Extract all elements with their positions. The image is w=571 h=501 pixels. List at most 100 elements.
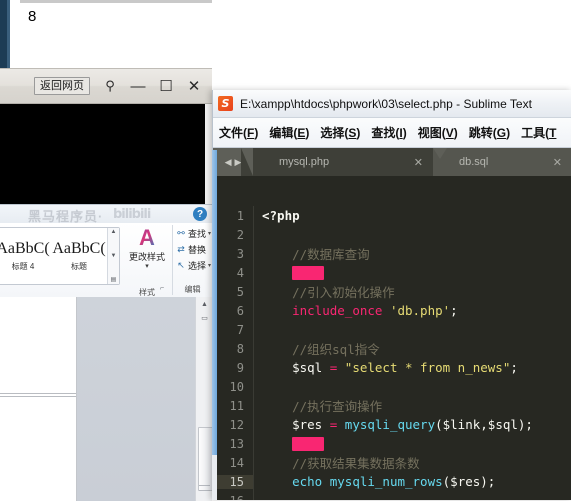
browser-viewport-dark — [0, 104, 205, 204]
word-document-area[interactable]: ▲ ▭ — [0, 297, 212, 501]
code-line[interactable]: 16 — [213, 491, 571, 500]
code-line[interactable]: 12 $res = mysqli_query($link,$sql); — [213, 415, 571, 434]
browser-left-edge-inner — [7, 0, 10, 70]
code-line[interactable]: 7 — [213, 320, 571, 339]
style-gallery[interactable]: AaBbC( 标题 4 AaBbC( 标题 ▲ ▼ ▤ — [0, 227, 120, 285]
code-token: //数据库查询 — [262, 247, 370, 262]
select-button[interactable]: ↖ 选择 ▾ — [176, 257, 212, 273]
menu-item-find[interactable]: 查找(I) — [371, 124, 406, 141]
code-token: <?php — [262, 208, 300, 223]
code-line[interactable]: 2 — [213, 225, 571, 244]
menu-item-selection[interactable]: 选择(S) — [320, 124, 360, 141]
menu-tail: ) — [254, 126, 259, 140]
indent-guide — [253, 301, 254, 320]
gallery-more-icon[interactable]: ▤ — [111, 277, 117, 283]
pin-icon[interactable]: ⚲ — [96, 72, 124, 100]
code-line[interactable]: 8 //组织sql指令 — [213, 339, 571, 358]
menu-item-view[interactable]: 视图(V) — [418, 124, 458, 141]
indent-guide — [253, 472, 254, 491]
code-line[interactable]: 4 — [213, 263, 571, 282]
tab-mysql-php[interactable]: mysql.php ✕ — [241, 148, 433, 176]
scrollbar-thumb[interactable] — [198, 427, 212, 491]
browser-viewport-edge — [205, 104, 212, 204]
help-icon[interactable]: ? — [193, 207, 207, 221]
close-icon[interactable]: ✕ — [180, 72, 208, 100]
dialog-launcher-icon[interactable]: ⌐ — [160, 285, 164, 292]
chevron-down-icon[interactable]: ▾ — [208, 262, 211, 269]
style-item[interactable]: AaBbC( 标题 — [51, 228, 107, 284]
selection-marker — [292, 437, 325, 452]
gallery-scrollbar[interactable]: ▲ ▼ ▤ — [107, 228, 119, 284]
code-line[interactable]: 11 //执行查询操作 — [213, 396, 571, 415]
replace-icon: ⇄ — [177, 243, 185, 254]
menu-label: 查找( — [371, 126, 400, 140]
menu-tail: ) — [453, 126, 458, 140]
line-number: 6 — [236, 303, 244, 318]
find-button[interactable]: ⚯ 查找 ▾ — [176, 225, 212, 241]
bilibili-logo-icon: bilibili — [113, 207, 151, 222]
sublime-titlebar[interactable]: S E:\xampp\htdocs\phpwork\03\select.php … — [213, 90, 571, 118]
code-editor[interactable]: 1 <?php 2 3 //数据库查询 4 5 //引入初始化操作 6 include_o… — [213, 206, 571, 500]
edit-group-label: 编辑 — [184, 285, 201, 294]
code-text: //数据库查询 — [253, 244, 370, 263]
line-number: 13 — [229, 436, 244, 451]
tab-label: mysql.php — [279, 156, 330, 168]
change-style-button[interactable]: A 更改样式 ▾ — [124, 227, 170, 289]
code-line[interactable]: 10 — [213, 377, 571, 396]
code-line[interactable]: 6 include_once 'db.php'; — [213, 301, 571, 320]
scroll-up-icon[interactable]: ▲ — [196, 297, 212, 311]
code-text: <?php — [253, 208, 300, 223]
tab-db-sql[interactable]: db.sql ✕ — [433, 148, 571, 176]
chevron-up-icon[interactable]: ▲ — [111, 229, 117, 235]
menu-label: 选择( — [320, 126, 349, 140]
style-name-label: 标题 — [71, 262, 87, 271]
tab-close-icon[interactable]: ✕ — [414, 156, 433, 169]
chevron-down-icon[interactable]: ▾ — [208, 230, 211, 237]
indent-guide — [253, 244, 254, 263]
return-to-page-button[interactable]: 返回网页 — [34, 77, 90, 95]
code-line[interactable]: 3 //数据库查询 — [213, 244, 571, 263]
menu-item-edit[interactable]: 编辑(E) — [269, 124, 309, 141]
replace-button[interactable]: ⇄ 替换 — [176, 241, 212, 257]
menu-item-file[interactable]: 文件(F) — [219, 124, 258, 141]
code-token: $sql — [262, 360, 330, 375]
menu-accesskey: V — [445, 126, 454, 140]
word-window: 黑马程序员· bilibili ? AaBbC( 标题 4 AaBbC( 标题 … — [0, 204, 212, 501]
code-text: $sql = "select * from n_news"; — [253, 360, 518, 375]
select-label: 选择 — [188, 260, 207, 271]
code-line[interactable]: 9 $sql = "select * from n_news"; — [213, 358, 571, 377]
style-item[interactable]: AaBbC( 标题 4 — [0, 228, 51, 284]
code-token: ; — [450, 303, 458, 318]
menu-label: 工具( — [521, 126, 550, 140]
code-line[interactable]: 5 //引入初始化操作 — [213, 282, 571, 301]
editor-left-scrollbar[interactable] — [212, 150, 217, 500]
minimize-icon[interactable]: — — [124, 72, 152, 100]
maximize-icon[interactable]: ☐ — [152, 72, 180, 100]
browser-left-edge — [0, 0, 7, 70]
code-line[interactable]: 1 <?php — [213, 206, 571, 225]
scroll-page-icon[interactable]: ▭ — [196, 311, 212, 325]
code-text: //引入初始化操作 — [253, 282, 395, 301]
chevron-down-icon[interactable]: ▾ — [145, 263, 149, 270]
line-number: 1 — [236, 208, 244, 223]
menu-item-tools[interactable]: 工具(T — [521, 124, 556, 141]
code-line[interactable]: 13 — [213, 434, 571, 453]
document-vertical-scrollbar[interactable]: ▲ ▭ — [195, 297, 212, 501]
code-line[interactable]: 15 echo mysqli_num_rows($res); — [213, 472, 571, 491]
code-line[interactable]: 14 //获取结果集数据条数 — [213, 453, 571, 472]
scrollbar-grip[interactable] — [199, 485, 210, 491]
tab-strip: ◀ ▶ mysql.php ✕ db.sql ✕ — [213, 148, 571, 176]
tab-shape-left — [241, 148, 253, 176]
chevron-down-icon[interactable]: ▼ — [111, 253, 117, 259]
scrollbar-thumb[interactable] — [212, 150, 217, 455]
indent-guide — [253, 415, 254, 434]
document-page[interactable] — [0, 297, 77, 501]
menu-bar[interactable]: 文件(F) 编辑(E) 选择(S) 查找(I) 视图(V) 跳转(G) 工具(T — [213, 118, 571, 148]
tab-close-icon[interactable]: ✕ — [553, 156, 571, 169]
code-token: ; — [510, 360, 518, 375]
menu-item-goto[interactable]: 跳转(G) — [469, 124, 510, 141]
document-canvas — [77, 297, 195, 501]
nav-back-icon[interactable]: ◀ — [225, 157, 232, 168]
indent-guide — [253, 282, 254, 301]
